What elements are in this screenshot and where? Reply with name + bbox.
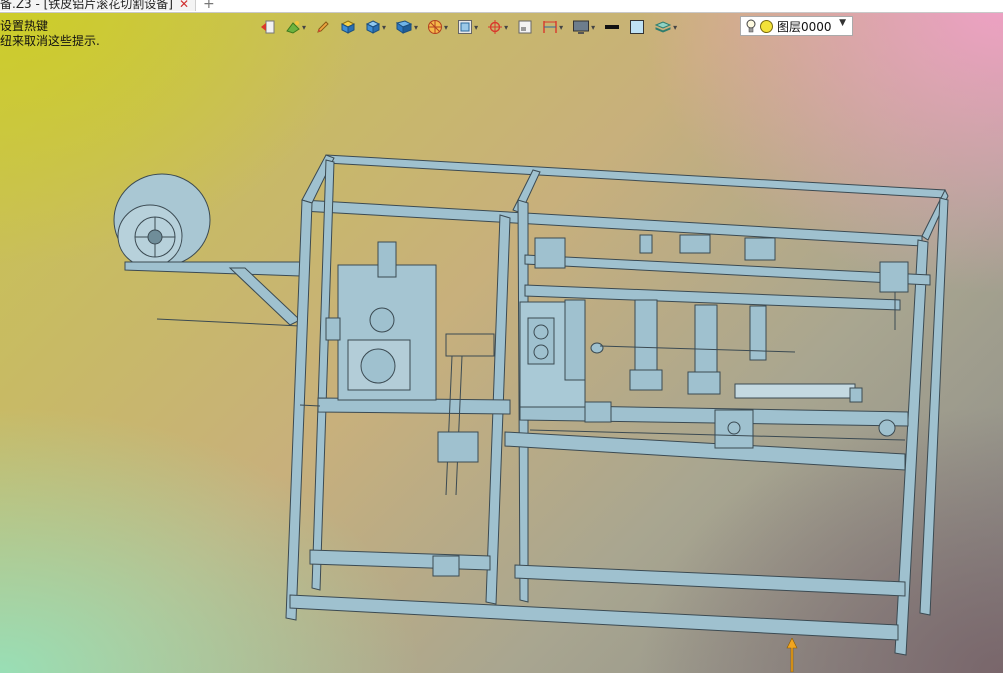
- exit-icon: [261, 20, 275, 34]
- wheel-icon: [428, 20, 443, 34]
- chevron-down-icon: ▾: [673, 22, 678, 32]
- sheet-icon: [518, 20, 532, 34]
- monitor-button[interactable]: ▾: [570, 17, 597, 37]
- cad-model[interactable]: [0, 0, 1003, 673]
- chevron-down-icon: ▾: [591, 22, 596, 32]
- target-button[interactable]: ▾: [485, 17, 510, 37]
- chevron-down-icon: ▾: [559, 22, 564, 32]
- chevron-down-icon: ▾: [444, 22, 449, 32]
- hint-line-2: 纽来取消这些提示.: [0, 34, 100, 48]
- pencil-icon: [317, 21, 329, 33]
- view-toolbar: ▾ ▾ ▾ ▾ ▾ ▾ ▾ ▾ ▾: [258, 16, 684, 38]
- chevron-down-icon: ▾: [474, 22, 479, 32]
- line-color-button[interactable]: [602, 17, 622, 37]
- layer-select[interactable]: 图层0000 ▼: [740, 16, 853, 36]
- target-icon: [488, 20, 503, 34]
- view-cube-icon: [395, 20, 413, 34]
- hotkey-hint: 设置热键 纽来取消这些提示.: [0, 19, 100, 49]
- document-tab[interactable]: 备.Z3 - [铁皮铝片滚花切割设备] ✕: [0, 0, 197, 11]
- paint-icon: [286, 21, 300, 34]
- paint-button[interactable]: ▾: [283, 17, 308, 37]
- frame-icon: [458, 20, 473, 34]
- cube-button[interactable]: ▾: [363, 17, 388, 37]
- view-cube-button[interactable]: ▾: [393, 17, 420, 37]
- fill-color-button[interactable]: [627, 17, 647, 37]
- layer-color-dot-icon[interactable]: [760, 19, 773, 33]
- layers-icon: [654, 21, 672, 33]
- document-tab-title: 备.Z3 - [铁皮铝片滚花切割设备]: [0, 0, 173, 11]
- 3d-viewport[interactable]: 备.Z3 - [铁皮铝片滚花切割设备] ✕ + 设置热键 纽来取消这些提示. ▾: [0, 0, 1003, 673]
- dimension-icon: [543, 21, 557, 33]
- wheel-button[interactable]: ▾: [425, 17, 450, 37]
- new-tab-button[interactable]: +: [203, 0, 215, 12]
- layer-name: 图层0000: [777, 19, 832, 34]
- close-tab-icon[interactable]: ✕: [179, 0, 189, 11]
- monitor-icon: [573, 20, 590, 34]
- sheet-button[interactable]: [515, 17, 535, 37]
- fill-color-icon: [630, 20, 645, 34]
- chevron-down-icon: ▾: [382, 22, 387, 32]
- layers-button[interactable]: ▾: [652, 17, 679, 37]
- chevron-down-icon[interactable]: ▼: [839, 18, 846, 28]
- frame-button[interactable]: ▾: [455, 17, 480, 37]
- lightbulb-icon[interactable]: [746, 19, 756, 33]
- up-arrow-cursor-icon: [786, 638, 798, 672]
- chevron-down-icon: ▾: [504, 22, 509, 32]
- solid-cube-icon: [340, 20, 356, 34]
- chevron-down-icon: ▾: [414, 22, 419, 32]
- exit-button[interactable]: [258, 17, 278, 37]
- dimension-button[interactable]: ▾: [540, 17, 565, 37]
- pencil-button[interactable]: [313, 17, 333, 37]
- chevron-down-icon: ▾: [302, 22, 307, 32]
- hint-line-1: 设置热键: [0, 19, 49, 33]
- line-color-icon: [605, 25, 620, 29]
- solid-cube-button[interactable]: [338, 17, 358, 37]
- document-tab-bar: 备.Z3 - [铁皮铝片滚花切割设备] ✕ +: [0, 0, 1003, 13]
- cube-icon: [365, 20, 381, 34]
